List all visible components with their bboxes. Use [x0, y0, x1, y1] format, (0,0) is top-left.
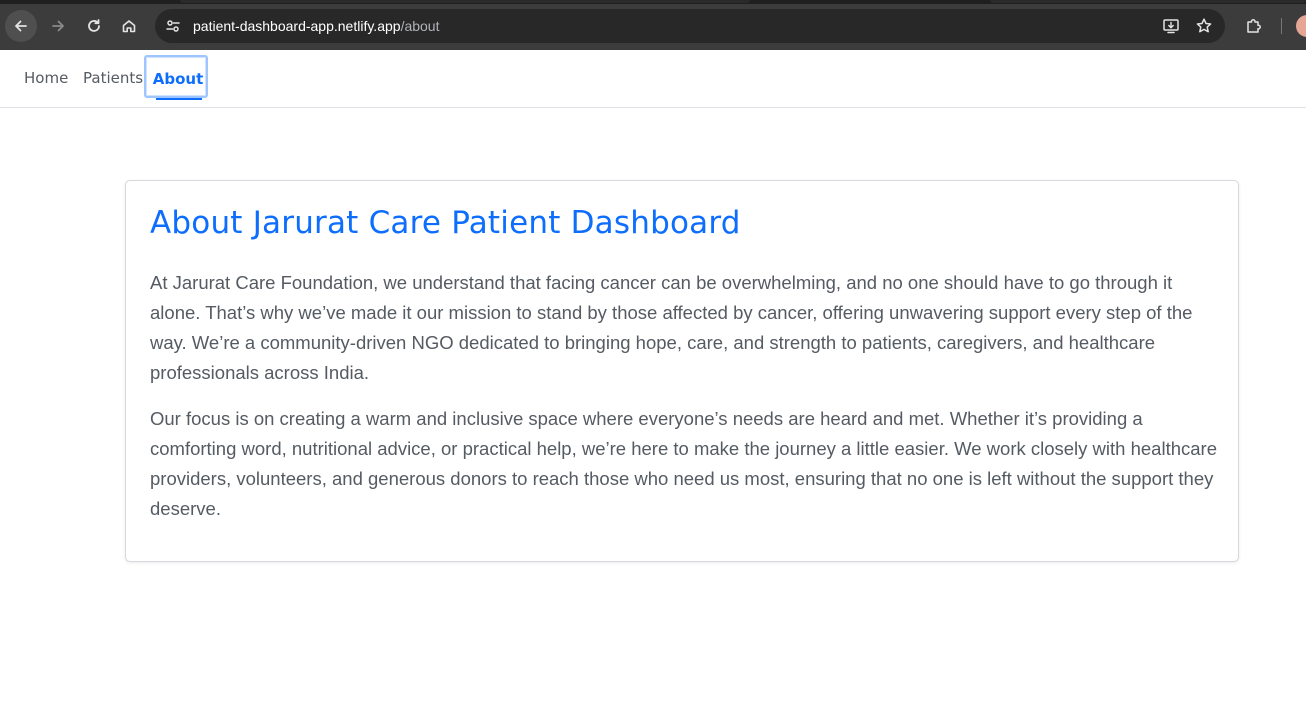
tune-icon[interactable]: [163, 16, 183, 36]
home-icon: [122, 20, 136, 33]
reload-button[interactable]: [78, 10, 110, 42]
back-button[interactable]: [5, 10, 37, 42]
url-host: patient-dashboard-app.netlify.app: [193, 18, 401, 34]
toolbar-divider: [1281, 18, 1282, 34]
arrow-left-icon: [15, 20, 27, 32]
active-underline: [156, 98, 202, 100]
browser-toolbar: patient-dashboard-app.netlify.app/about: [0, 0, 1306, 50]
nav-link-about-label: About: [152, 70, 204, 88]
profile-avatar[interactable]: [1296, 15, 1306, 37]
url-text[interactable]: patient-dashboard-app.netlify.app/about: [193, 18, 440, 34]
page-title: About Jarurat Care Patient Dashboard: [150, 205, 741, 241]
about-card: About Jarurat Care Patient Dashboard At …: [125, 180, 1239, 562]
star-icon[interactable]: [1194, 16, 1214, 36]
puzzle-icon[interactable]: [1243, 15, 1265, 37]
main-navbar: Home Patients About: [0, 50, 1306, 108]
tab[interactable]: [180, 0, 750, 3]
about-paragraph: At Jarurat Care Foundation, we understan…: [150, 272, 1193, 383]
address-bar[interactable]: patient-dashboard-app.netlify.app/about: [155, 9, 1225, 43]
home-button[interactable]: [113, 10, 145, 42]
install-app-icon[interactable]: [1161, 16, 1181, 36]
reload-icon: [88, 19, 100, 32]
url-path: /about: [400, 18, 440, 34]
forward-button[interactable]: [42, 10, 74, 42]
tab[interactable]: [990, 0, 1306, 3]
about-paragraph: Our focus is on creating a warm and incl…: [150, 408, 1217, 519]
arrow-right-icon: [52, 20, 64, 32]
nav-link-patients[interactable]: Patients: [83, 69, 143, 87]
nav-link-home[interactable]: Home: [24, 69, 68, 87]
nav-link-about[interactable]: About: [144, 55, 208, 100]
